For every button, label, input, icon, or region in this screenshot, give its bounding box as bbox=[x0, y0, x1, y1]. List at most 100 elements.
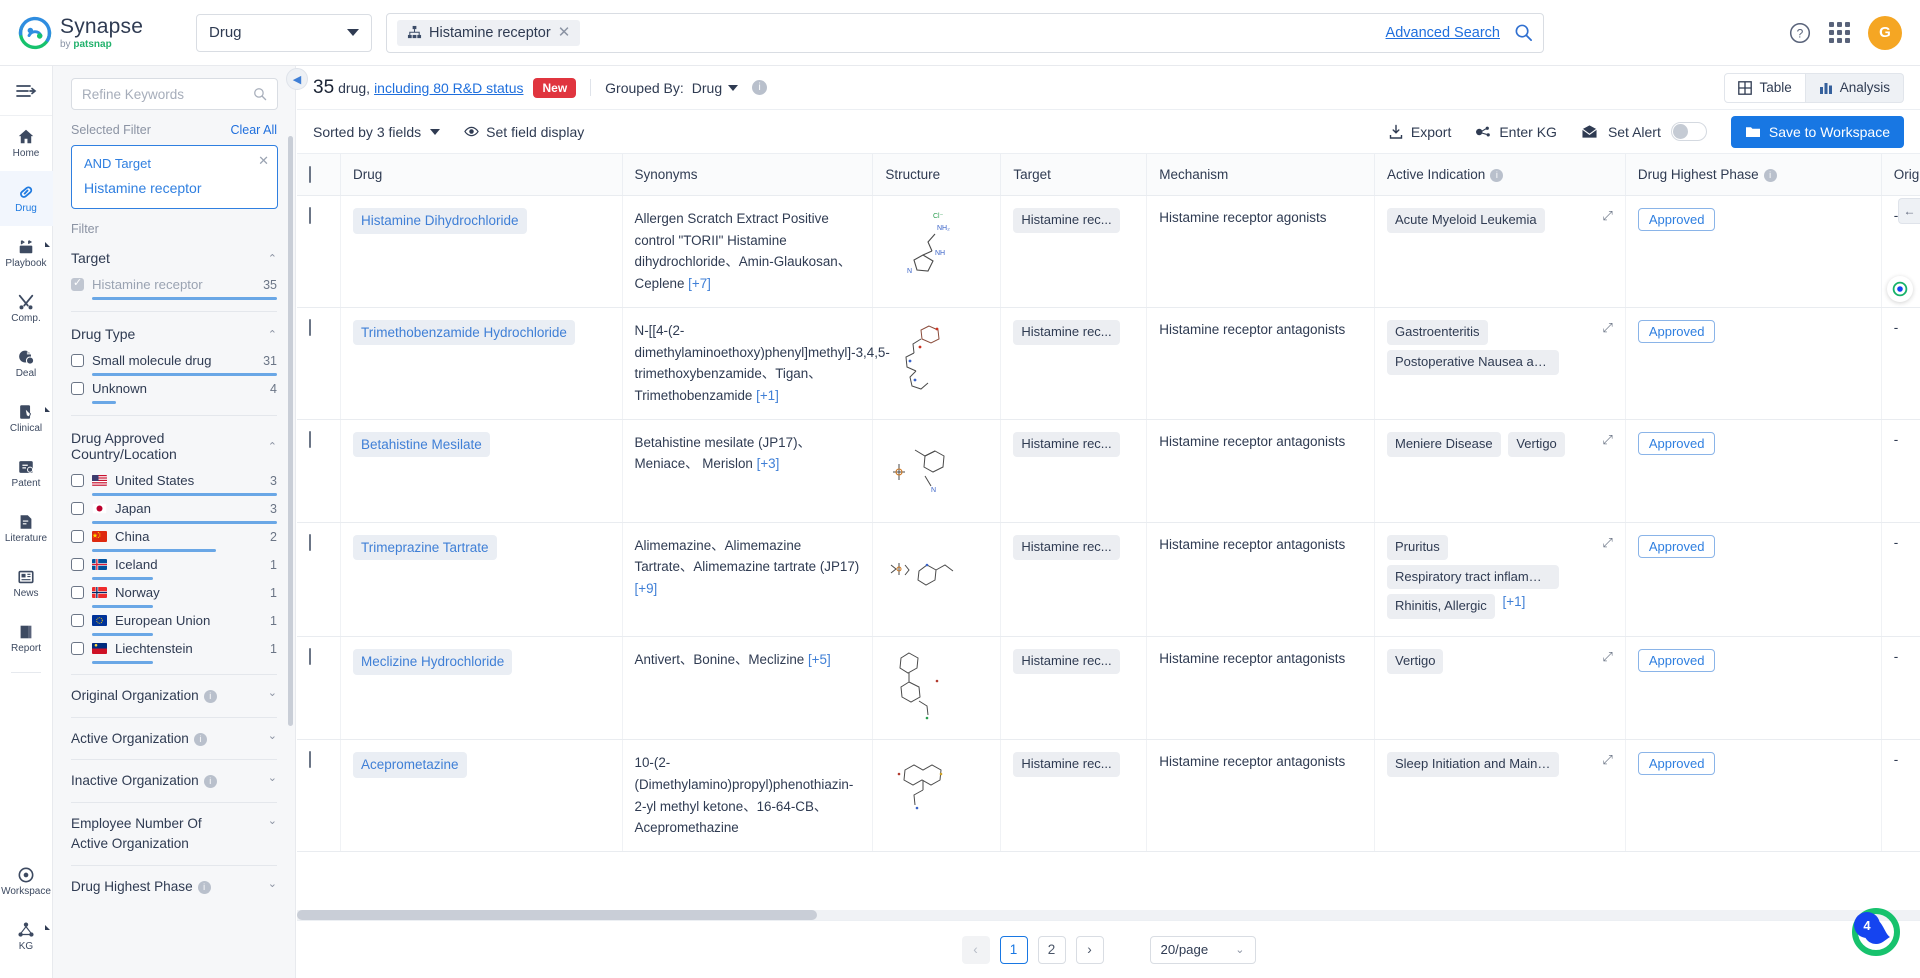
table-row[interactable]: Betahistine Mesilate Betahistine mesilat… bbox=[297, 419, 1920, 523]
filter-group-drug-highest-phase[interactable]: Drug Highest Phase i ⌄ bbox=[71, 864, 277, 908]
set-field-display-button[interactable]: Set field display bbox=[464, 124, 584, 140]
column-header-synonyms[interactable]: Synonyms bbox=[622, 154, 874, 196]
target-chip[interactable]: Histamine rec... bbox=[1013, 208, 1120, 233]
sidebar-item-clinical[interactable]: Clinical bbox=[0, 391, 53, 446]
table-row[interactable]: Trimethobenzamide Hydrochloride N-[[4-(2… bbox=[297, 307, 1920, 420]
info-icon[interactable]: i bbox=[1490, 168, 1504, 182]
target-chip[interactable]: Histamine rec... bbox=[1013, 649, 1120, 675]
tab-analysis[interactable]: Analysis bbox=[1805, 72, 1904, 103]
expand-icon[interactable]: ⤢ bbox=[1602, 320, 1612, 336]
column-header-drug-highest-phase[interactable]: Drug Highest Phase i bbox=[1625, 154, 1882, 196]
target-chip[interactable]: Histamine rec... bbox=[1013, 319, 1120, 345]
checkbox[interactable] bbox=[71, 530, 84, 543]
filter-group-inactive-organization[interactable]: Inactive Organization i ⌄ bbox=[71, 759, 277, 802]
synonyms-more-link[interactable]: [+9] bbox=[635, 581, 658, 596]
row-checkbox[interactable] bbox=[309, 751, 311, 769]
indication-chip[interactable]: Acute Myeloid Leukemia bbox=[1387, 208, 1545, 233]
target-chip[interactable]: Histamine rec... bbox=[1013, 752, 1120, 778]
synonyms-more-link[interactable]: [+1] bbox=[756, 388, 779, 403]
close-icon[interactable]: ✕ bbox=[258, 153, 269, 169]
molecule-structure-icon[interactable]: N bbox=[885, 432, 961, 508]
sidebar-item-home[interactable]: Home bbox=[0, 116, 53, 171]
expand-icon[interactable]: ⤢ bbox=[1602, 752, 1612, 768]
close-icon[interactable]: ✕ bbox=[558, 25, 571, 40]
indication-chip[interactable]: Meniere Disease bbox=[1387, 431, 1501, 457]
brand-logo[interactable]: Synapse by patsnap bbox=[18, 16, 190, 50]
tab-table[interactable]: Table bbox=[1724, 72, 1806, 103]
entity-type-select[interactable]: Drug bbox=[196, 13, 372, 52]
checkbox[interactable] bbox=[71, 586, 84, 599]
drug-name-link[interactable]: Histamine Dihydrochloride bbox=[353, 208, 527, 234]
set-alert-toggle[interactable] bbox=[1670, 122, 1707, 141]
filter-item[interactable]: Japan 3 bbox=[71, 496, 277, 524]
pagination-next-button[interactable]: › bbox=[1075, 935, 1104, 964]
sidebar-collapse-handle[interactable]: ◀ bbox=[286, 68, 308, 90]
selected-filter-value[interactable]: Histamine receptor bbox=[84, 180, 265, 196]
row-checkbox[interactable] bbox=[309, 207, 311, 224]
phase-badge[interactable]: Approved bbox=[1637, 752, 1716, 776]
table-row[interactable]: Meclizine Hydrochloride Antivert、Bonine、… bbox=[297, 636, 1920, 741]
drug-name-link[interactable]: Aceprometazine bbox=[353, 752, 467, 778]
clear-all-button[interactable]: Clear All bbox=[230, 123, 277, 137]
sidebar-item-patent[interactable]: Patent bbox=[0, 446, 53, 501]
checkbox[interactable] bbox=[71, 276, 84, 291]
sidebar-item-drug[interactable]: Drug bbox=[0, 171, 53, 226]
molecule-structure-icon[interactable] bbox=[885, 320, 961, 396]
sidebar-item-literature[interactable]: Literature bbox=[0, 501, 53, 556]
phase-badge[interactable]: Approved bbox=[1637, 431, 1716, 455]
sidebar-scrollbar[interactable] bbox=[288, 136, 293, 726]
synonyms-more-link[interactable]: [+5] bbox=[808, 652, 831, 667]
grouped-by-value[interactable]: Drug bbox=[692, 80, 722, 96]
filter-item[interactable]: Liechtenstein 1 bbox=[71, 636, 277, 664]
checkbox[interactable] bbox=[71, 354, 84, 367]
expand-icon[interactable]: ⤢ bbox=[1602, 208, 1612, 224]
column-header-target[interactable]: Target bbox=[1000, 154, 1148, 196]
sidebar-item-workspace[interactable]: Workspace bbox=[0, 854, 53, 909]
filter-item[interactable]: United States 3 bbox=[71, 468, 277, 496]
filter-item[interactable]: China 2 bbox=[71, 524, 277, 552]
scroll-columns-left-button[interactable]: ← bbox=[1898, 198, 1920, 224]
filter-group-header[interactable]: Target ⌃ bbox=[71, 244, 277, 272]
synonyms-more-link[interactable]: [+7] bbox=[688, 276, 711, 291]
column-header-structure[interactable]: Structure bbox=[872, 154, 1002, 196]
pagination-page-1[interactable]: 1 bbox=[999, 935, 1028, 964]
enter-kg-button[interactable]: Enter KG bbox=[1475, 124, 1557, 140]
indication-chip[interactable]: Vertigo bbox=[1387, 649, 1444, 675]
checkbox[interactable] bbox=[71, 502, 84, 515]
indication-chip[interactable]: Respiratory tract inflammat... bbox=[1387, 564, 1559, 590]
select-all-checkbox[interactable] bbox=[309, 166, 311, 183]
drug-name-link[interactable]: Meclizine Hydrochloride bbox=[353, 649, 513, 675]
column-header-mechanism[interactable]: Mechanism bbox=[1146, 154, 1375, 196]
drug-name-link[interactable]: Betahistine Mesilate bbox=[353, 431, 490, 458]
molecule-structure-icon[interactable]: Cl⁻ NH₂ NH N bbox=[885, 208, 961, 284]
filter-item[interactable]: Norway 1 bbox=[71, 580, 277, 608]
checkbox[interactable] bbox=[71, 474, 84, 487]
table-horizontal-scrollbar[interactable] bbox=[297, 910, 1920, 920]
phase-badge[interactable]: Approved bbox=[1637, 649, 1716, 673]
set-alert-control[interactable]: Set Alert bbox=[1581, 122, 1707, 141]
indication-chip[interactable]: Vertigo bbox=[1508, 431, 1565, 457]
search-bar[interactable]: Histamine receptor ✕ Advanced Search bbox=[386, 12, 1544, 53]
sidebar-item-comp[interactable]: Comp. bbox=[0, 281, 53, 336]
search-icon[interactable] bbox=[253, 87, 267, 101]
page-size-select[interactable]: 20/page ⌄ bbox=[1149, 935, 1256, 964]
help-circle-icon[interactable]: ? bbox=[1789, 22, 1811, 44]
scrollbar-thumb[interactable] bbox=[297, 910, 817, 920]
checkbox[interactable] bbox=[71, 642, 84, 655]
export-button[interactable]: Export bbox=[1388, 124, 1451, 140]
filter-item[interactable]: Unknown 4 bbox=[71, 376, 277, 404]
table-row[interactable]: Histamine Dihydrochloride Allergen Scrat… bbox=[297, 195, 1920, 308]
filter-item[interactable]: Iceland 1 bbox=[71, 552, 277, 580]
indication-chip[interactable]: Sleep Initiation and Mainte... bbox=[1387, 752, 1559, 778]
assistant-badge[interactable]: 4 bbox=[1854, 912, 1880, 938]
filter-item[interactable]: European Union 1 bbox=[71, 608, 277, 636]
indication-chip[interactable]: Gastroenteritis bbox=[1387, 319, 1488, 345]
indication-chip[interactable]: Postoperative Nausea and ... bbox=[1387, 349, 1559, 375]
filter-item[interactable]: Histamine receptor 35 bbox=[71, 272, 277, 300]
phase-badge[interactable]: Approved bbox=[1637, 208, 1716, 231]
info-icon[interactable]: i bbox=[203, 775, 217, 789]
refine-keywords-input[interactable]: Refine Keywords bbox=[71, 78, 278, 110]
sorted-by-button[interactable]: Sorted by 3 fields bbox=[313, 124, 441, 140]
indication-more-link[interactable]: [+1] bbox=[1503, 594, 1526, 609]
filter-group-header[interactable]: Drug Approved Country/Location ⌃ bbox=[71, 424, 277, 468]
